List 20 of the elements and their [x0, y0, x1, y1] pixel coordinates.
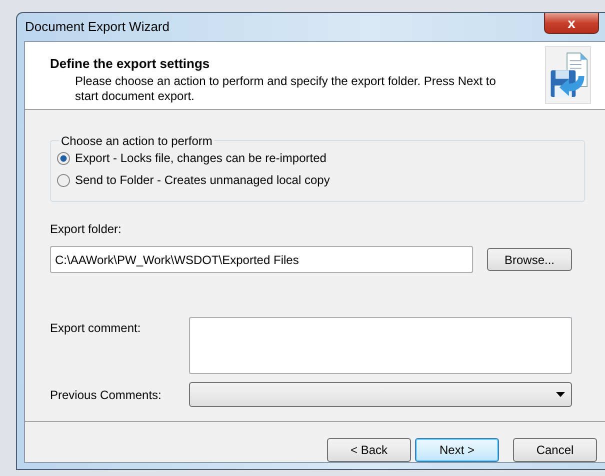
radio-button[interactable]: [57, 174, 70, 186]
export-comment-field[interactable]: [189, 317, 572, 374]
browse-button[interactable]: Browse...: [487, 248, 572, 271]
window-title: Document Export Wizard: [24, 18, 170, 36]
header-description: Please choose an action to perform and specify the export folder. Press Next to start document export.: [74, 74, 497, 104]
radio-label[interactable]: Export - Locks file, changes can be re-imported: [75, 149, 326, 167]
wizard-button[interactable]: Next >: [415, 438, 499, 462]
wizard-button[interactable]: Cancel: [513, 438, 597, 462]
export-document-icon: [545, 46, 591, 104]
export-folder-field[interactable]: C:\AAWork\PW_Work\WSDOT\Exported Files: [50, 246, 473, 273]
header-title: Define the export settings: [50, 55, 211, 73]
caret-icon: [556, 392, 565, 397]
radio-label[interactable]: Send to Folder - Creates unmanaged local copy: [75, 171, 330, 189]
field-label: Previous Comments:: [50, 386, 162, 404]
previous-comments-dropdown[interactable]: [189, 382, 572, 407]
wizard-button[interactable]: < Back: [327, 438, 411, 462]
close-button[interactable]: x: [544, 13, 599, 34]
radio-button[interactable]: [57, 152, 70, 164]
field-label: Export comment:: [50, 320, 142, 337]
field-label: Export folder:: [50, 221, 122, 238]
